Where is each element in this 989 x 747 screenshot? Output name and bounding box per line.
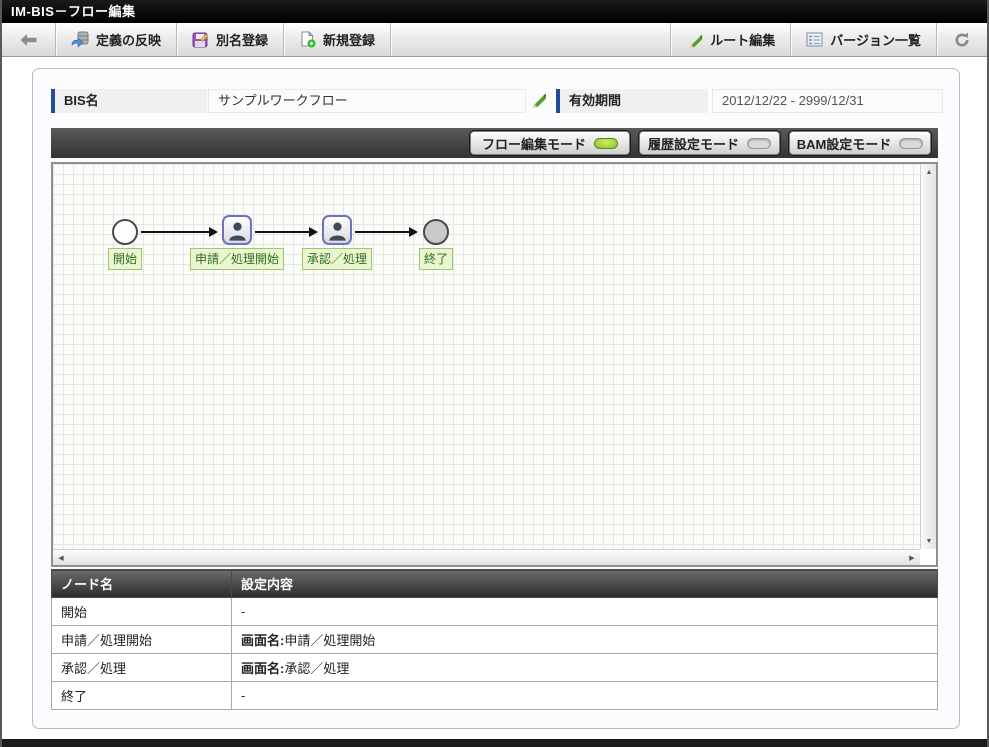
table-row[interactable]: 申請／処理開始 画面名:申請／処理開始 bbox=[51, 625, 938, 654]
scroll-right-arrow[interactable]: ▶ bbox=[904, 550, 920, 566]
setting-value: - bbox=[241, 604, 246, 619]
setting-cell: - bbox=[231, 681, 938, 710]
flow-node-label-end: 終了 bbox=[418, 248, 454, 270]
table-row[interactable]: 開始 - bbox=[51, 597, 938, 626]
column-header-node-name: ノード名 bbox=[51, 569, 232, 598]
reflect-definition-label: 定義の反映 bbox=[96, 33, 162, 48]
bam-setting-mode-label: BAM設定モード bbox=[796, 136, 892, 152]
history-setting-mode-button[interactable]: 履歴設定モード bbox=[638, 130, 781, 156]
node-name-cell: 終了 bbox=[51, 681, 232, 710]
new-register-button[interactable]: 新規登録 bbox=[284, 23, 392, 56]
route-edit-button[interactable]: ルート編集 bbox=[670, 23, 790, 56]
setting-prefix: 画面名: bbox=[241, 661, 285, 676]
node-name-cell: 申請／処理開始 bbox=[51, 625, 232, 654]
back-button[interactable] bbox=[2, 23, 56, 56]
valid-period-value: 2012/12/22 - 2999/12/31 bbox=[712, 89, 943, 113]
version-list-label: バージョン一覧 bbox=[830, 33, 921, 48]
mode-bar: フロー編集モード 履歴設定モード BAM設定モード bbox=[51, 128, 938, 158]
table-row[interactable]: 終了 - bbox=[51, 681, 938, 710]
toolbar-right-group: ルート編集 バージョン一覧 bbox=[670, 23, 987, 56]
scrollbar-corner bbox=[920, 549, 936, 565]
refresh-icon bbox=[954, 32, 970, 48]
setting-cell: - bbox=[231, 597, 938, 626]
node-name-cell: 承認／処理 bbox=[51, 653, 232, 682]
setting-value: 申請／処理開始 bbox=[284, 633, 376, 648]
database-arrow-icon bbox=[71, 31, 89, 48]
content-card: BIS名 サンプルワークフロー 有効期間 2012/12/22 - 2999/1… bbox=[32, 68, 960, 729]
alias-register-button[interactable]: 別名登録 bbox=[177, 23, 285, 56]
list-icon bbox=[806, 32, 823, 47]
node-settings-table: ノード名 設定内容 開始 - 申請／処理開始 画面名:申請／処理開始 承認／処理… bbox=[51, 569, 938, 710]
page-title: IM-BIS－フロー編集 bbox=[2, 0, 987, 23]
scroll-left-arrow[interactable]: ◀ bbox=[53, 550, 69, 566]
setting-cell: 画面名:承認／処理 bbox=[231, 653, 938, 682]
flow-edit-mode-led-indicator bbox=[594, 137, 618, 149]
edit-bis-name-button[interactable] bbox=[529, 91, 547, 113]
flow-arrow-2 bbox=[255, 227, 318, 237]
new-register-label: 新規登録 bbox=[323, 33, 376, 48]
bis-name-label: BIS名 bbox=[51, 89, 207, 113]
reflect-definition-button[interactable]: 定義の反映 bbox=[56, 23, 178, 56]
table-header-row: ノード名 設定内容 bbox=[51, 569, 938, 598]
flow-arrow-1 bbox=[141, 227, 218, 237]
flow-node-start[interactable] bbox=[112, 219, 138, 245]
flow-canvas: 開始 申請／処理開始 承認／処理 終了 ▲ ▼ ◀ ▶ bbox=[51, 162, 938, 567]
flow-arrow-3 bbox=[355, 227, 418, 237]
flow-canvas-grid[interactable]: 開始 申請／処理開始 承認／処理 終了 bbox=[53, 164, 920, 549]
flow-node-label-task-1: 申請／処理開始 bbox=[189, 248, 285, 270]
route-edit-label: ルート編集 bbox=[710, 33, 776, 48]
person-icon bbox=[328, 222, 346, 241]
setting-cell: 画面名:申請／処理開始 bbox=[231, 625, 938, 654]
history-setting-mode-led-indicator bbox=[747, 137, 771, 149]
flow-node-label-task-2: 承認／処理 bbox=[301, 248, 373, 270]
pencil-icon bbox=[686, 32, 703, 48]
save-floppy-icon bbox=[192, 32, 209, 48]
setting-prefix: 画面名: bbox=[241, 633, 285, 648]
scroll-up-arrow[interactable]: ▲ bbox=[921, 164, 937, 180]
back-arrow-icon bbox=[19, 33, 38, 47]
bis-name-value: サンプルワークフロー bbox=[208, 89, 526, 113]
setting-value: 承認／処理 bbox=[284, 661, 350, 676]
bottom-bar bbox=[2, 739, 987, 747]
person-icon bbox=[228, 222, 246, 241]
setting-value: - bbox=[241, 688, 246, 703]
flow-node-task-1[interactable] bbox=[222, 215, 252, 245]
node-name-cell: 開始 bbox=[51, 597, 232, 626]
flow-edit-mode-button[interactable]: フロー編集モード bbox=[469, 130, 631, 156]
history-setting-mode-label: 履歴設定モード bbox=[647, 136, 739, 152]
refresh-button[interactable] bbox=[936, 23, 987, 56]
table-row[interactable]: 承認／処理 画面名:承認／処理 bbox=[51, 653, 938, 682]
app-window: IM-BIS－フロー編集 定義の反映 別名登録 新規登録 ルート編集 バージョン… bbox=[0, 0, 989, 747]
bam-setting-mode-led-indicator bbox=[899, 137, 924, 149]
flow-edit-mode-label: フロー編集モード bbox=[481, 136, 586, 152]
horizontal-scrollbar[interactable]: ◀ ▶ bbox=[53, 549, 920, 565]
alias-register-label: 別名登録 bbox=[216, 33, 269, 48]
vertical-scrollbar[interactable]: ▲ ▼ bbox=[920, 164, 936, 549]
version-list-button[interactable]: バージョン一覧 bbox=[790, 23, 936, 56]
flow-node-label-start: 開始 bbox=[107, 248, 143, 270]
new-document-icon bbox=[299, 31, 316, 48]
bam-setting-mode-button[interactable]: BAM設定モード bbox=[788, 130, 932, 156]
flow-node-task-2[interactable] bbox=[322, 215, 352, 245]
edit-pencil-icon bbox=[532, 93, 547, 108]
valid-period-label: 有効期間 bbox=[556, 89, 708, 113]
toolbar: 定義の反映 別名登録 新規登録 ルート編集 バージョン一覧 bbox=[2, 23, 987, 57]
flow-node-end[interactable] bbox=[423, 219, 449, 245]
scroll-down-arrow[interactable]: ▼ bbox=[921, 533, 937, 549]
column-header-setting: 設定内容 bbox=[231, 569, 938, 598]
